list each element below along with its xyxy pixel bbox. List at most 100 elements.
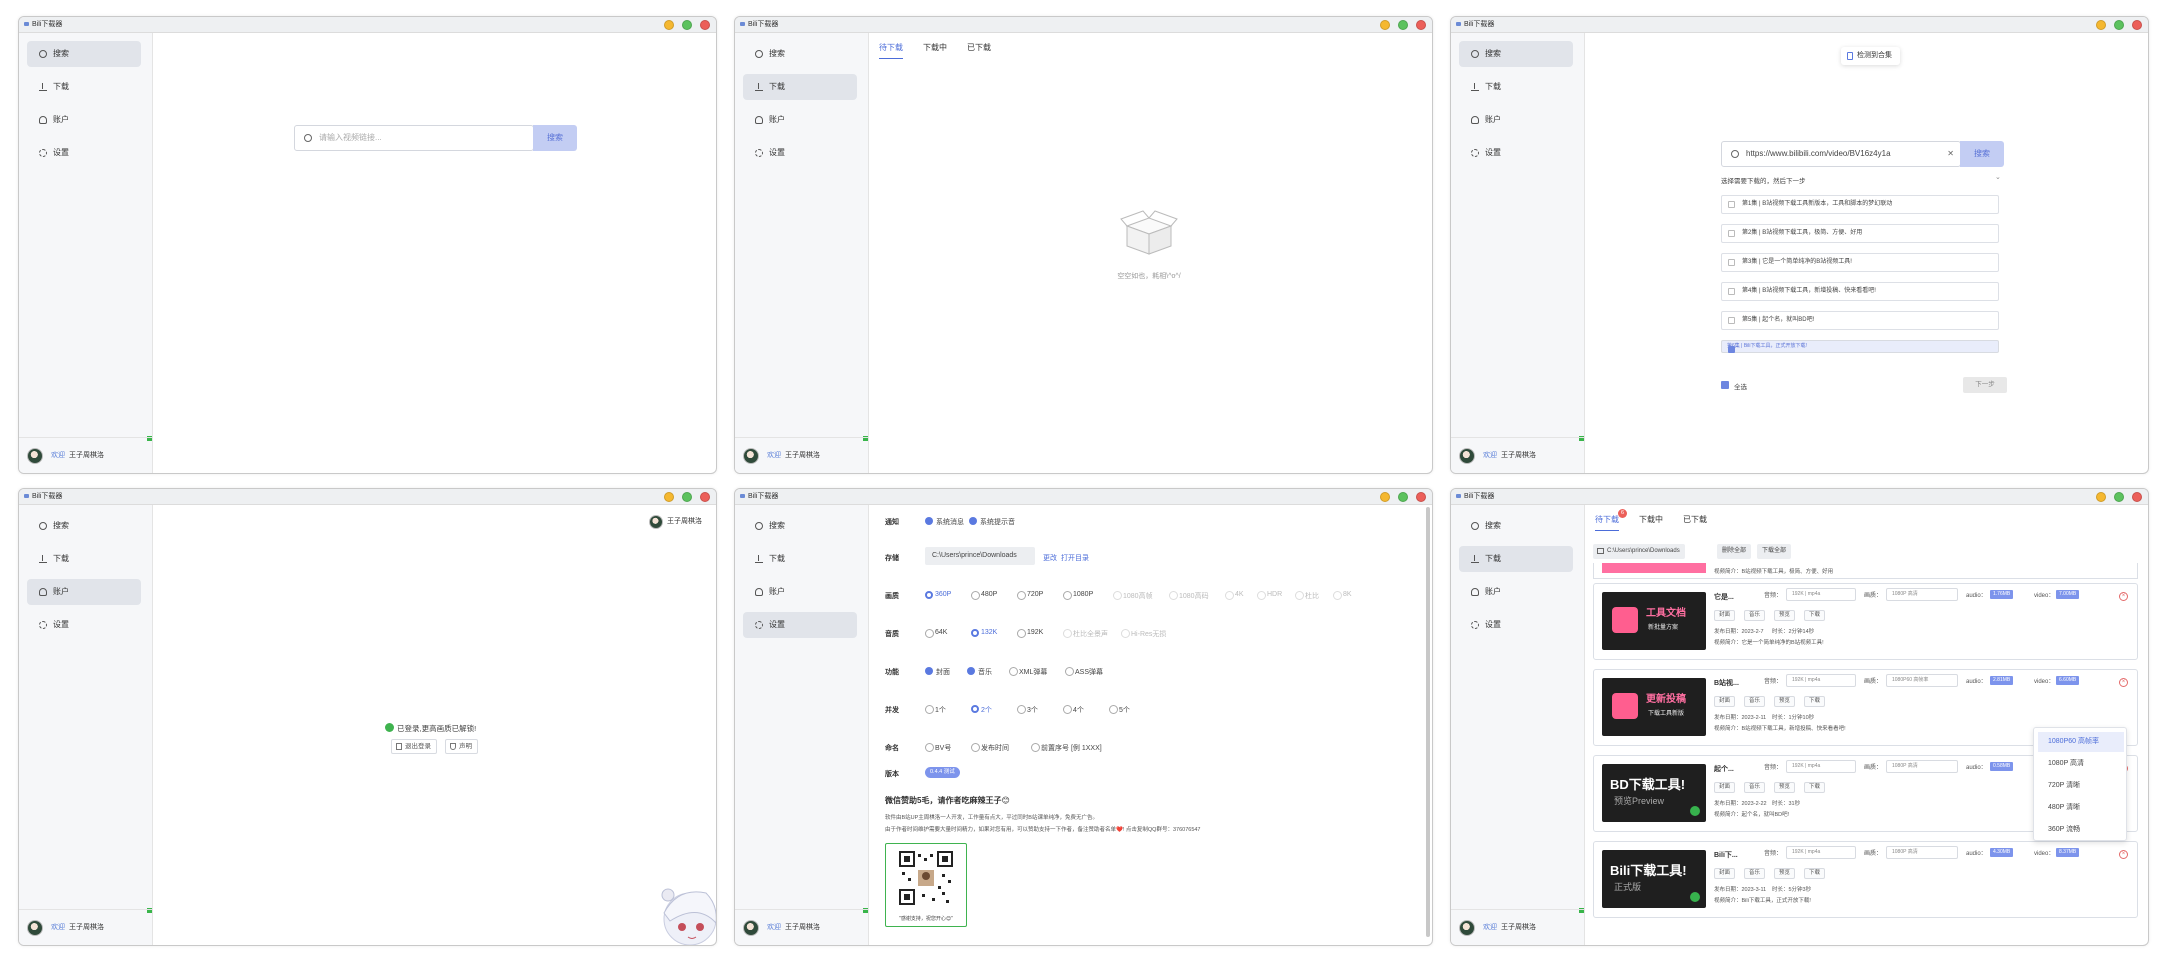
nav-account[interactable]: 账户 bbox=[743, 107, 857, 133]
tab-downloaded[interactable]: 已下载 bbox=[967, 42, 991, 59]
minimize-button[interactable] bbox=[664, 20, 674, 30]
action-preview-button[interactable]: 预览 bbox=[1774, 868, 1796, 879]
feature-music[interactable]: 音乐 bbox=[967, 667, 992, 677]
video-thumbnail[interactable]: 更新投稿 下载工具新版 bbox=[1602, 678, 1706, 736]
action-download-button[interactable]: 下载 bbox=[1804, 868, 1826, 879]
action-music-button[interactable]: 音乐 bbox=[1744, 696, 1766, 707]
concurrency-5[interactable]: 5个 bbox=[1109, 705, 1130, 715]
nav-search[interactable]: 搜索 bbox=[1459, 41, 1573, 67]
audio-132k[interactable]: 132K bbox=[971, 629, 997, 637]
audio-select[interactable]: 192K | mp4a bbox=[1786, 760, 1856, 773]
close-button[interactable] bbox=[1416, 492, 1426, 502]
chevron-down-icon[interactable]: ⌄ bbox=[1995, 173, 2001, 181]
nav-download[interactable]: 下载 bbox=[27, 74, 141, 100]
action-cover-button[interactable]: 封面 bbox=[1714, 782, 1736, 793]
scrollbar[interactable] bbox=[1426, 507, 1430, 937]
maximize-button[interactable] bbox=[682, 20, 692, 30]
nav-account[interactable]: 账户 bbox=[27, 579, 141, 605]
nav-search[interactable]: 搜索 bbox=[27, 41, 141, 67]
checkbox-checked[interactable] bbox=[1728, 346, 1735, 353]
search-input[interactable]: 请输入视频链接... bbox=[294, 125, 534, 151]
quality-1080-high-bitrate[interactable]: 1080高码 bbox=[1169, 591, 1209, 601]
path-display[interactable]: C:\Users\prince\Downloads bbox=[1593, 544, 1685, 559]
concurrency-1[interactable]: 1个 bbox=[925, 705, 946, 715]
quality-select[interactable]: 1080P 高清 bbox=[1886, 846, 1958, 859]
next-button[interactable]: 下一步 bbox=[1963, 377, 2007, 393]
tab-downloading[interactable]: 下载中 bbox=[1639, 514, 1663, 531]
nav-account[interactable]: 账户 bbox=[1459, 579, 1573, 605]
checkbox[interactable] bbox=[1728, 317, 1735, 324]
maximize-button[interactable] bbox=[1398, 492, 1408, 502]
nav-download[interactable]: 下载 bbox=[743, 546, 857, 572]
nav-settings[interactable]: 设置 bbox=[27, 612, 141, 638]
open-dir-link[interactable]: 打开目录 bbox=[1061, 553, 1089, 563]
audio-192k[interactable]: 192K bbox=[1017, 629, 1043, 638]
close-button[interactable] bbox=[700, 492, 710, 502]
storage-path-field[interactable]: C:\Users\prince\Downloads bbox=[925, 547, 1035, 565]
quality-select[interactable]: 1080P 高清 bbox=[1886, 588, 1958, 601]
nav-settings[interactable]: 设置 bbox=[27, 140, 141, 166]
notify-system-sound[interactable]: 系统提示音 bbox=[969, 517, 1015, 527]
concurrency-3[interactable]: 3个 bbox=[1017, 705, 1038, 715]
maximize-button[interactable] bbox=[2114, 20, 2124, 30]
nav-settings[interactable]: 设置 bbox=[1459, 612, 1573, 638]
notify-system-message[interactable]: 系统消息 bbox=[925, 517, 964, 527]
naming-bv[interactable]: BV号 bbox=[925, 743, 951, 753]
nav-search[interactable]: 搜索 bbox=[743, 513, 857, 539]
tab-downloaded[interactable]: 已下载 bbox=[1683, 514, 1707, 531]
quality-1080-high-fps[interactable]: 1080高帧 bbox=[1113, 591, 1153, 601]
checkbox[interactable] bbox=[1728, 230, 1735, 237]
action-cover-button[interactable]: 封面 bbox=[1714, 868, 1736, 879]
audio-hires[interactable]: Hi-Res无损 bbox=[1121, 629, 1166, 639]
concurrency-2[interactable]: 2个 bbox=[971, 705, 992, 715]
action-preview-button[interactable]: 预览 bbox=[1774, 696, 1796, 707]
maximize-button[interactable] bbox=[682, 492, 692, 502]
quality-option[interactable]: 480P 清晰 bbox=[2038, 798, 2124, 818]
episode-item[interactable]: 第2集 | B站视频下载工具，极简、方便、好用 bbox=[1721, 224, 1999, 243]
audio-select[interactable]: 192K | mp4a bbox=[1786, 846, 1856, 859]
maximize-button[interactable] bbox=[2114, 492, 2124, 502]
minimize-button[interactable] bbox=[2096, 492, 2106, 502]
minimize-button[interactable] bbox=[664, 492, 674, 502]
close-button[interactable] bbox=[1416, 20, 1426, 30]
nav-download[interactable]: 下载 bbox=[27, 546, 141, 572]
audio-dolby-atmos[interactable]: 杜比全景声 bbox=[1063, 629, 1108, 639]
episode-item-selected[interactable]: 第6集 | Bili下载工具，正式开放下载! bbox=[1721, 340, 1999, 353]
close-button[interactable] bbox=[700, 20, 710, 30]
quality-select[interactable]: 1080P60 高帧率 bbox=[1886, 674, 1958, 687]
audio-select[interactable]: 192K | mp4a bbox=[1786, 588, 1856, 601]
nav-download[interactable]: 下载 bbox=[743, 74, 857, 100]
quality-8k[interactable]: 8K bbox=[1333, 591, 1352, 600]
action-preview-button[interactable]: 预览 bbox=[1774, 782, 1796, 793]
donate-line-2[interactable]: 由于作者时间维护需要大量时间精力，如果对您有用，可以赞助支持一下作者，备注赞助者… bbox=[885, 825, 1405, 833]
nav-search[interactable]: 搜索 bbox=[743, 41, 857, 67]
feature-xml-danmaku[interactable]: XML弹幕 bbox=[1009, 667, 1047, 677]
checkbox[interactable] bbox=[1728, 201, 1735, 208]
quality-option[interactable]: 360P 流畅 bbox=[2038, 820, 2124, 840]
audio-select[interactable]: 192K | mp4a bbox=[1786, 674, 1856, 687]
quality-dolby[interactable]: 杜比 bbox=[1295, 591, 1319, 601]
user-footer[interactable]: 欢迎 王子周棋洛 bbox=[19, 437, 153, 473]
search-button[interactable]: 搜索 bbox=[533, 125, 577, 151]
action-cover-button[interactable]: 封面 bbox=[1714, 696, 1736, 707]
quality-option[interactable]: 720P 清晰 bbox=[2038, 776, 2124, 796]
nav-search[interactable]: 搜索 bbox=[1459, 513, 1573, 539]
nav-account[interactable]: 账户 bbox=[27, 107, 141, 133]
quality-720p[interactable]: 720P bbox=[1017, 591, 1043, 600]
maximize-button[interactable] bbox=[1398, 20, 1408, 30]
tab-downloading[interactable]: 下载中 bbox=[923, 42, 947, 59]
action-music-button[interactable]: 音乐 bbox=[1744, 610, 1766, 621]
action-music-button[interactable]: 音乐 bbox=[1744, 782, 1766, 793]
remove-item-icon[interactable]: × bbox=[2119, 678, 2128, 687]
search-button[interactable]: 搜索 bbox=[1960, 141, 2004, 167]
action-download-button[interactable]: 下载 bbox=[1804, 610, 1826, 621]
remove-item-icon[interactable]: × bbox=[2119, 850, 2128, 859]
nav-search[interactable]: 搜索 bbox=[27, 513, 141, 539]
download-all-button[interactable]: 下载全部 bbox=[1757, 544, 1792, 559]
action-download-button[interactable]: 下载 bbox=[1804, 782, 1826, 793]
nav-account[interactable]: 账户 bbox=[1459, 107, 1573, 133]
select-all-checkbox[interactable]: 全选 bbox=[1721, 381, 1747, 391]
nav-account[interactable]: 账户 bbox=[743, 579, 857, 605]
url-input[interactable]: https://www.bilibili.com/video/BV16z4y1a… bbox=[1721, 141, 1961, 167]
minimize-button[interactable] bbox=[2096, 20, 2106, 30]
